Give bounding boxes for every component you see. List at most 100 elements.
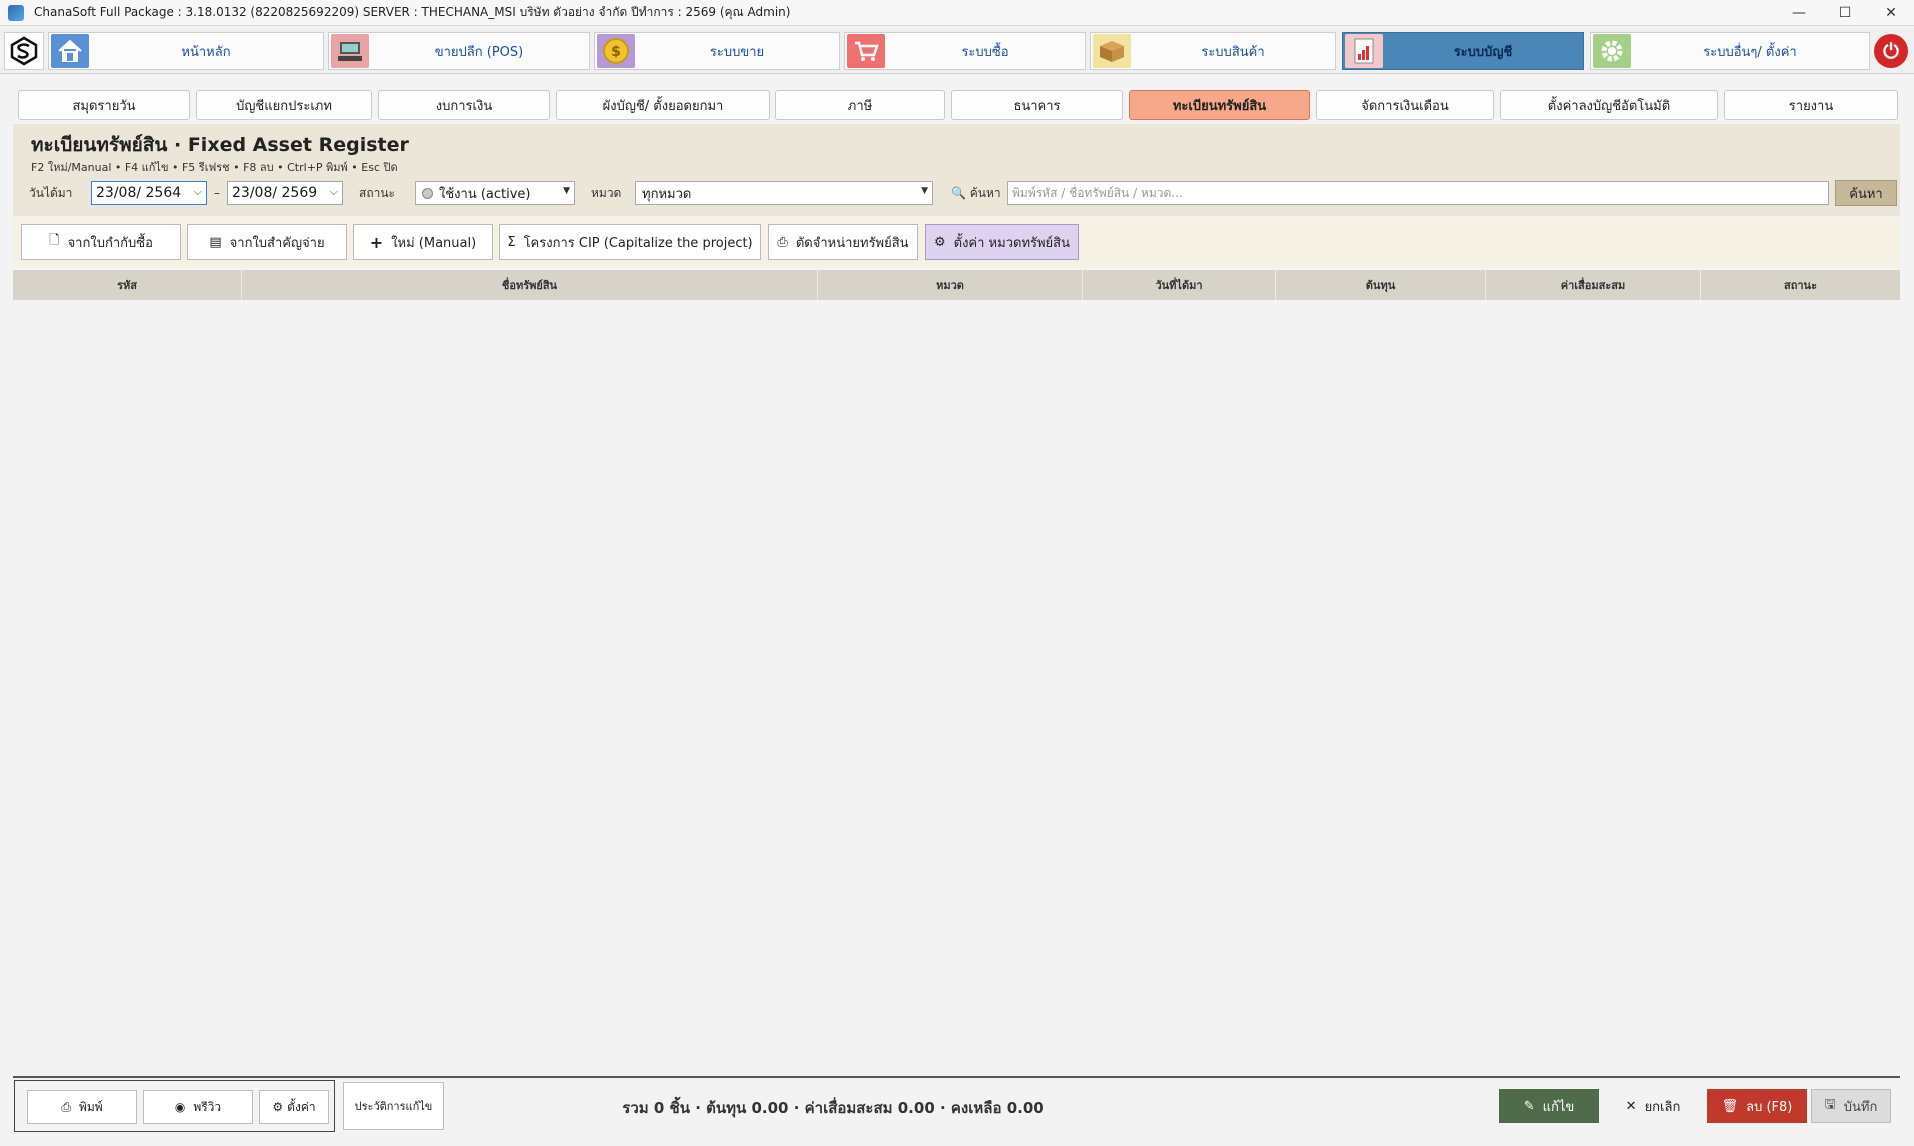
pos-terminal-icon bbox=[331, 34, 369, 68]
date-to-value: 23/08/ 2569 bbox=[232, 185, 318, 201]
column-header-category[interactable]: หมวด bbox=[818, 270, 1083, 300]
tab-reports[interactable]: รายงาน bbox=[1724, 90, 1898, 120]
column-header-cost[interactable]: ต้นทุน bbox=[1276, 270, 1486, 300]
close-button[interactable]: ✕ bbox=[1868, 0, 1914, 26]
module-sales-label: ระบบขาย bbox=[709, 44, 765, 60]
module-purchase-label: ระบบซื้อ bbox=[961, 44, 1009, 60]
from-payment-voucher-button[interactable]: ▤ จากใบสำคัญจ่าย bbox=[187, 224, 347, 260]
dispose-asset-button[interactable]: ⎙ ตัดจำหน่ายทรัพย์สิน bbox=[768, 224, 918, 260]
date-separator: – bbox=[214, 186, 220, 200]
footer-bar: ⎙ พิมพ์ ◉ พรีวิว ⚙ ตั้งค่า ประวัติการแก้… bbox=[13, 1076, 1900, 1132]
box-icon bbox=[1093, 34, 1131, 68]
column-header-status[interactable]: สถานะ bbox=[1701, 270, 1900, 300]
save-button[interactable]: 🖫 บันทึก bbox=[1811, 1089, 1891, 1123]
module-settings-label: ระบบอื่นๆ/ ตั้งค่า bbox=[1703, 44, 1797, 60]
preview-label: พรีวิว bbox=[193, 1099, 222, 1114]
cip-project-label: โครงการ CIP (Capitalize the project) bbox=[523, 235, 753, 251]
tab-bank[interactable]: ธนาคาร bbox=[951, 90, 1123, 120]
module-accounting-label: ระบบบัญชี bbox=[1453, 44, 1513, 60]
print-settings-button[interactable]: ⚙ ตั้งค่า bbox=[259, 1090, 329, 1124]
status-label: สถานะ bbox=[359, 185, 395, 200]
delete-label: ลบ (F8) bbox=[1746, 1099, 1793, 1115]
edit-label: แก้ไข bbox=[1542, 1099, 1575, 1115]
search-button[interactable]: ค้นหา bbox=[1835, 180, 1897, 206]
chevron-down-icon: ▼ bbox=[921, 186, 928, 196]
chevron-down-icon: ⌵ bbox=[329, 185, 338, 198]
module-purchase[interactable]: ระบบซื้อ bbox=[844, 32, 1086, 70]
print-group: ⎙ พิมพ์ ◉ พรีวิว ⚙ ตั้งค่า bbox=[14, 1080, 335, 1132]
save-icon: 🖫 bbox=[1824, 1097, 1836, 1112]
category-select[interactable]: ทุกหมวด ▼ bbox=[635, 181, 933, 205]
asset-table: รหัส ชื่อทรัพย์สิน หมวด วันที่ได้มา ต้นท… bbox=[13, 270, 1900, 1076]
module-inventory[interactable]: ระบบสินค้า bbox=[1090, 32, 1336, 70]
maximize-button[interactable]: ☐ bbox=[1822, 0, 1868, 26]
table-header: รหัส ชื่อทรัพย์สิน หมวด วันที่ได้มา ต้นท… bbox=[13, 270, 1900, 300]
from-purchase-invoice-label: จากใบกำกับซื้อ bbox=[67, 235, 153, 251]
module-home[interactable]: หน้าหลัก bbox=[48, 32, 324, 70]
gear-icon: ⚙ bbox=[272, 1100, 284, 1114]
pencil-icon: ✎ bbox=[1523, 1098, 1535, 1114]
eye-icon: ◉ bbox=[174, 1100, 186, 1114]
power-button[interactable]: ⏻ bbox=[1874, 34, 1908, 68]
logo-icon bbox=[10, 36, 38, 66]
close-icon: ✕ bbox=[1625, 1098, 1637, 1114]
tab-payroll[interactable]: จัดการเงินเดือน bbox=[1316, 90, 1494, 120]
status-value: ใช้งาน (active) bbox=[439, 186, 531, 202]
gear-icon: ⚙ bbox=[933, 234, 946, 250]
edit-history-button[interactable]: ประวัติการแก้ไข bbox=[343, 1082, 444, 1130]
power-icon: ⏻ bbox=[1883, 39, 1899, 63]
dispose-asset-label: ตัดจำหน่ายทรัพย์สิน bbox=[795, 235, 909, 251]
window-title: ChanaSoft Full Package : 3.18.0132 (8220… bbox=[34, 5, 791, 19]
from-payment-voucher-label: จากใบสำคัญจ่าย bbox=[229, 235, 325, 251]
category-label: หมวด bbox=[591, 185, 622, 200]
module-sales[interactable]: $ ระบบขาย bbox=[594, 32, 840, 70]
window-controls: — ☐ ✕ bbox=[1776, 0, 1914, 26]
column-header-code[interactable]: รหัส bbox=[13, 270, 242, 300]
date-from-input[interactable]: 23/08/ 2564 ⌵ bbox=[91, 181, 207, 205]
category-value: ทุกหมวด bbox=[642, 186, 692, 202]
new-manual-button[interactable]: + ใหม่ (Manual) bbox=[353, 224, 493, 260]
asset-category-settings-button[interactable]: ⚙ ตั้งค่า หมวดทรัพย์สิน bbox=[925, 224, 1079, 260]
shortcut-hint: F2 ใหม่/Manual • F4 แก้ไข • F5 รีเฟรช • … bbox=[31, 161, 398, 174]
delete-button[interactable]: 🗑 ลบ (F8) bbox=[1707, 1089, 1807, 1123]
cancel-label: ยกเลิก bbox=[1644, 1099, 1681, 1115]
date-to-input[interactable]: 23/08/ 2569 ⌵ bbox=[227, 181, 343, 205]
tab-general-ledger[interactable]: บัญชีแยกประเภท bbox=[196, 90, 372, 120]
module-home-label: หน้าหลัก bbox=[181, 44, 231, 60]
column-header-accumulated-depreciation[interactable]: ค่าเสื่อมสะสม bbox=[1486, 270, 1701, 300]
filter-row: วันได้มา 23/08/ 2564 ⌵ – 23/08/ 2569 ⌵ ส… bbox=[29, 180, 1897, 206]
printer-icon: ⎙ bbox=[61, 1099, 71, 1114]
cip-project-button[interactable]: Σ โครงการ CIP (Capitalize the project) bbox=[499, 224, 761, 260]
logo-button[interactable] bbox=[4, 32, 44, 70]
from-purchase-invoice-button[interactable]: 🗋 จากใบกำกับซื้อ bbox=[21, 224, 181, 260]
cancel-button[interactable]: ✕ ยกเลิก bbox=[1613, 1089, 1693, 1123]
page-title: ทะเบียนทรัพย์สิน · Fixed Asset Register bbox=[31, 134, 409, 156]
accounting-tabs: สมุดรายวัน บัญชีแยกประเภท งบการเงิน ผังบ… bbox=[18, 90, 1898, 122]
report-icon bbox=[1345, 34, 1383, 68]
minimize-button[interactable]: — bbox=[1776, 0, 1822, 26]
module-pos[interactable]: ขายปลีก (POS) bbox=[328, 32, 590, 70]
status-select[interactable]: ใช้งาน (active) ▼ bbox=[415, 181, 575, 205]
tab-auto-posting[interactable]: ตั้งค่าลงบัญชีอัตโนมัติ bbox=[1500, 90, 1718, 120]
search-label: 🔍 ค้นหา bbox=[951, 185, 1001, 200]
print-button[interactable]: ⎙ พิมพ์ bbox=[27, 1090, 137, 1124]
module-settings[interactable]: ระบบอื่นๆ/ ตั้งค่า bbox=[1590, 32, 1870, 70]
column-header-acquired-date[interactable]: วันที่ได้มา bbox=[1083, 270, 1276, 300]
edit-button[interactable]: ✎ แก้ไข bbox=[1499, 1089, 1599, 1123]
plus-icon: + bbox=[369, 232, 384, 252]
tab-financial-statements[interactable]: งบการเงิน bbox=[378, 90, 550, 120]
tab-journal[interactable]: สมุดรายวัน bbox=[18, 90, 190, 120]
column-header-name[interactable]: ชื่อทรัพย์สิน bbox=[242, 270, 818, 300]
tab-fixed-assets[interactable]: ทะเบียนทรัพย์สิน bbox=[1129, 90, 1310, 120]
tab-tax[interactable]: ภาษี bbox=[775, 90, 945, 120]
totals-summary: รวม 0 ชิ้น · ต้นทุน 0.00 · ค่าเสื่อมสะสม… bbox=[622, 1099, 1044, 1117]
app-icon bbox=[8, 4, 24, 21]
search-input[interactable]: พิมพ์รหัส / ชื่อทรัพย์สิน / หมวด... bbox=[1007, 181, 1829, 205]
cart-icon bbox=[847, 34, 885, 68]
preview-button[interactable]: ◉ พรีวิว bbox=[143, 1090, 253, 1124]
home-icon bbox=[51, 34, 89, 68]
module-toolbar: หน้าหลัก ขายปลีก (POS) $ ระบบขาย ระบบซื้… bbox=[0, 28, 1914, 74]
tab-chart-of-accounts[interactable]: ผังบัญชี/ ตั้งยอดยกมา bbox=[556, 90, 770, 120]
print-label: พิมพ์ bbox=[78, 1099, 103, 1114]
module-accounting[interactable]: ระบบบัญชี bbox=[1342, 32, 1584, 70]
